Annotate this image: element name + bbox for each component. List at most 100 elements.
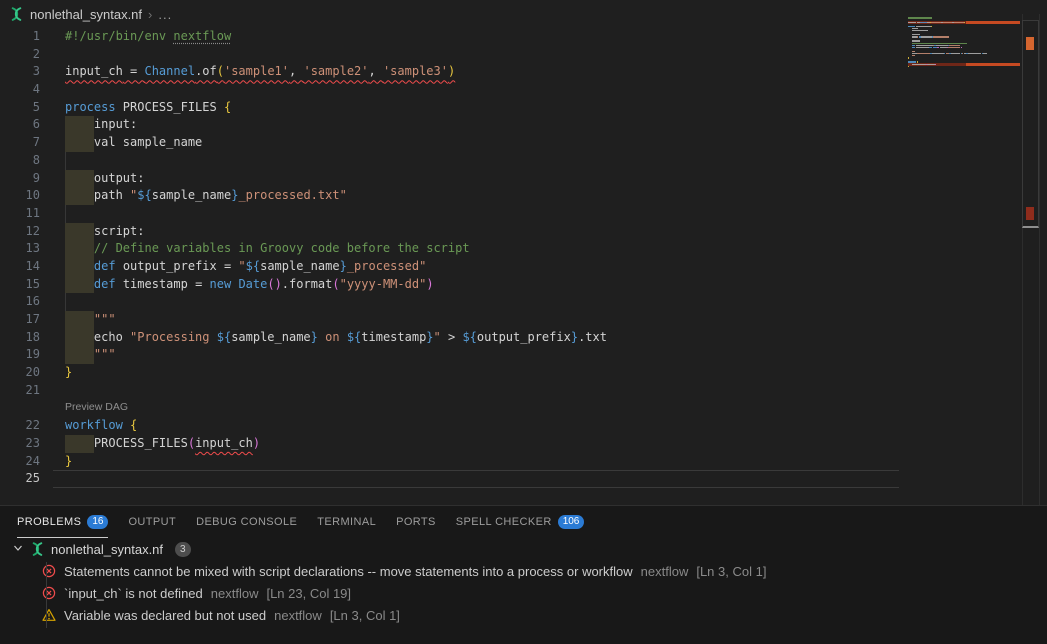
code-token: () bbox=[267, 277, 281, 291]
code-text: // Define variables in Groovy code befor… bbox=[65, 240, 470, 258]
vscode-window: nonlethal_syntax.nf › ... 1#!/usr/bin/en… bbox=[0, 0, 1047, 644]
code-token: ${ bbox=[217, 330, 231, 344]
code-token: sample_name bbox=[231, 330, 310, 344]
code-token: _processed" bbox=[347, 259, 426, 273]
code-token: output_prefix = bbox=[116, 259, 239, 273]
line-number: 4 bbox=[0, 81, 40, 99]
code-token: , bbox=[369, 64, 383, 78]
line-number: 25 bbox=[0, 470, 40, 488]
line-number: 6 bbox=[0, 116, 40, 134]
code-line[interactable]: 17 """ bbox=[0, 311, 1047, 329]
overview-ruler-error-mark bbox=[1026, 37, 1034, 50]
code-token: .txt bbox=[578, 330, 607, 344]
code-token: val sample_name bbox=[65, 135, 202, 149]
minimap-line bbox=[908, 67, 1020, 69]
panel-tab-output[interactable]: OUTPUT bbox=[128, 507, 176, 538]
scrollbar-slider[interactable] bbox=[1022, 20, 1039, 228]
line-number: 5 bbox=[0, 99, 40, 117]
code-token: .format bbox=[282, 277, 333, 291]
indent-guide bbox=[65, 205, 66, 223]
code-line[interactable]: 23 PROCESS_FILES(input_ch) bbox=[0, 435, 1047, 453]
panel-tab-terminal[interactable]: TERMINAL bbox=[317, 507, 376, 538]
problem-location: [Ln 23, Col 19] bbox=[266, 586, 351, 601]
code-line[interactable]: 14 def output_prefix = "${sample_name}_p… bbox=[0, 258, 1047, 276]
panel-tab-problems[interactable]: PROBLEMS16 bbox=[17, 507, 108, 538]
code-token: PROCESS_FILES bbox=[65, 436, 188, 450]
code-line[interactable]: 7 val sample_name bbox=[0, 134, 1047, 152]
breadcrumb-filename[interactable]: nonlethal_syntax.nf bbox=[30, 7, 142, 22]
code-token: ( bbox=[332, 277, 339, 291]
code-token: #!/usr/bin/env bbox=[65, 29, 173, 43]
code-token: output: bbox=[65, 171, 144, 185]
code-token: { bbox=[130, 418, 137, 432]
problem-source: nextflow bbox=[274, 608, 322, 623]
code-token: process bbox=[65, 100, 116, 114]
line-number: 15 bbox=[0, 276, 40, 294]
code-line[interactable]: 15 def timestamp = new Date().format("yy… bbox=[0, 276, 1047, 294]
code-text: } bbox=[65, 453, 72, 471]
code-line[interactable]: 10 path "${sample_name}_processed.txt" bbox=[0, 187, 1047, 205]
panel-tab-ports[interactable]: PORTS bbox=[396, 507, 436, 538]
panel-tab-badge: 16 bbox=[87, 515, 108, 529]
code-line[interactable]: 6 input: bbox=[0, 116, 1047, 134]
code-line[interactable]: 20} bbox=[0, 364, 1047, 382]
panel-tab-spell-checker[interactable]: SPELL CHECKER106 bbox=[456, 507, 585, 538]
code-text: workflow { bbox=[65, 417, 137, 435]
code-token: output_prefix bbox=[477, 330, 571, 344]
line-number: 24 bbox=[0, 453, 40, 471]
code-line[interactable]: 18 echo "Processing ${sample_name} on ${… bbox=[0, 329, 1047, 347]
breadcrumb[interactable]: nonlethal_syntax.nf › ... bbox=[0, 0, 1047, 28]
code-line[interactable]: 25 bbox=[0, 470, 1047, 488]
code-token: > bbox=[441, 330, 463, 344]
minimap[interactable] bbox=[908, 17, 1020, 81]
code-line[interactable]: 5 process PROCESS_FILES { bbox=[0, 99, 1047, 117]
line-number: 14 bbox=[0, 258, 40, 276]
code-token: } bbox=[65, 365, 72, 379]
code-line[interactable]: 8 bbox=[0, 152, 1047, 170]
code-line[interactable]: 11 bbox=[0, 205, 1047, 223]
line-number: 17 bbox=[0, 311, 40, 329]
breadcrumb-separator-icon: › bbox=[148, 7, 152, 22]
problem-row[interactable]: `input_ch` is not definednextflow[Ln 23,… bbox=[0, 582, 1047, 604]
nextflow-icon bbox=[30, 542, 45, 556]
breadcrumb-more[interactable]: ... bbox=[158, 7, 172, 22]
code-line[interactable]: 21 bbox=[0, 382, 1047, 400]
code-line[interactable]: 24} bbox=[0, 453, 1047, 471]
problems-file-group[interactable]: nonlethal_syntax.nf 3 bbox=[0, 538, 1047, 560]
code-token: timestamp = bbox=[116, 277, 210, 291]
code-token: } bbox=[571, 330, 578, 344]
code-token: PROCESS_FILES bbox=[116, 100, 224, 114]
code-line[interactable]: 13 // Define variables in Groovy code be… bbox=[0, 240, 1047, 258]
code-token: ${ bbox=[246, 259, 260, 273]
problems-tree: nonlethal_syntax.nf 3 Statements cannot … bbox=[0, 538, 1047, 626]
bottom-panel: PROBLEMS16 OUTPUT DEBUG CONSOLE TERMINAL POR… bbox=[0, 505, 1047, 644]
problem-row[interactable]: Variable was declared but not usednextfl… bbox=[0, 604, 1047, 626]
code-line[interactable]: 1#!/usr/bin/env nextflow bbox=[0, 28, 1047, 46]
chevron-down-icon[interactable] bbox=[12, 542, 24, 557]
problem-message: `input_ch` is not defined bbox=[64, 586, 203, 601]
code-token: ( bbox=[217, 64, 224, 78]
code-line[interactable]: 4 bbox=[0, 81, 1047, 99]
nextflow-file-icon bbox=[30, 542, 45, 556]
code-token: """ bbox=[94, 312, 116, 326]
line-number: 20 bbox=[0, 364, 40, 382]
warning-icon bbox=[42, 608, 56, 622]
problem-row[interactable]: Statements cannot be mixed with script d… bbox=[0, 560, 1047, 582]
code-token: _processed.txt" bbox=[238, 188, 346, 202]
code-line[interactable]: 3input_ch = Channel.of('sample1', 'sampl… bbox=[0, 63, 1047, 81]
panel-tab-debug-console[interactable]: DEBUG CONSOLE bbox=[196, 507, 297, 538]
overview-ruler-error-mark bbox=[1026, 207, 1034, 220]
codelens-preview-dag[interactable]: Preview DAG bbox=[65, 401, 128, 413]
code-text: def output_prefix = "${sample_name}_proc… bbox=[65, 258, 426, 276]
panel-tab-label: OUTPUT bbox=[128, 516, 176, 528]
nextflow-file-icon bbox=[9, 7, 24, 21]
code-line[interactable]: 2 bbox=[0, 46, 1047, 64]
code-line[interactable]: 19 """ bbox=[0, 346, 1047, 364]
code-line[interactable]: 12 script: bbox=[0, 223, 1047, 241]
problem-location: [Ln 3, Col 1] bbox=[696, 564, 766, 579]
code-line[interactable]: 16 bbox=[0, 293, 1047, 311]
code-editor[interactable]: 1#!/usr/bin/env nextflow23input_ch = Cha… bbox=[0, 28, 1047, 505]
code-line[interactable]: 22workflow { bbox=[0, 417, 1047, 435]
code-text: process PROCESS_FILES { bbox=[65, 99, 231, 117]
code-line[interactable]: 9 output: bbox=[0, 170, 1047, 188]
